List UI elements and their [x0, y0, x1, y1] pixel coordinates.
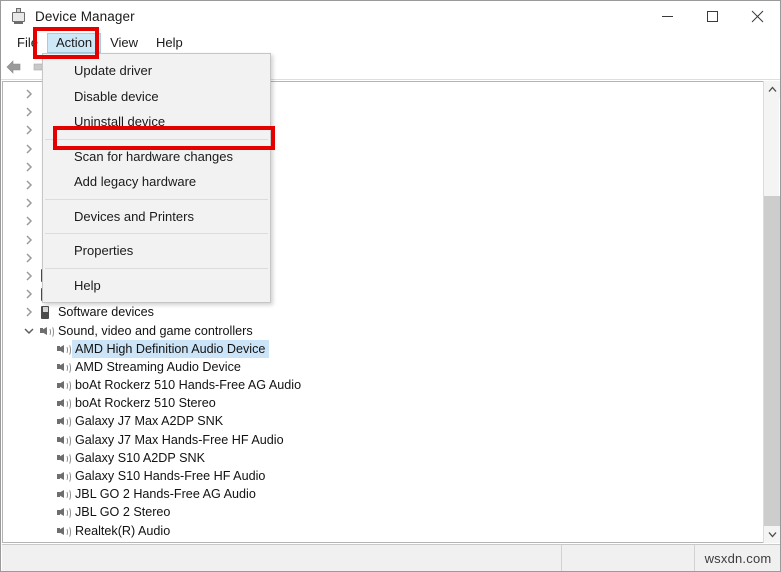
tree-row-amd-streaming-audio-device[interactable]: AMD Streaming Audio Device — [3, 358, 748, 376]
chevron-right-icon[interactable] — [21, 198, 37, 208]
speaker-icon — [55, 379, 72, 393]
tree-row-software-devices[interactable]: Software devices — [3, 303, 748, 321]
speaker-icon — [55, 415, 72, 429]
speaker-icon — [55, 434, 72, 447]
watermark-text: wsxdn.com — [704, 550, 772, 566]
speaker-icon — [55, 470, 72, 484]
minimize-button[interactable] — [645, 1, 690, 32]
tree-row-label: Sound, video and game controllers — [58, 323, 253, 338]
tree-row-boat-rockerz-510-stereo[interactable]: boAt Rockerz 510 Stereo — [3, 394, 748, 412]
title-bar: Device Manager — [1, 1, 780, 32]
tree-row-label: Galaxy S10 Hands-Free HF Audio — [75, 469, 266, 484]
device-manager-window: Device Manager File Action View Help Sof… — [0, 0, 781, 572]
menu-help[interactable]: Help — [147, 33, 192, 53]
menu-separator — [45, 198, 268, 200]
tree-row-galaxy-j7-max-hands-free-hf-audio[interactable]: Galaxy J7 Max Hands-Free HF Audio — [3, 431, 748, 449]
tree-row-sound-video-game-controllers[interactable]: Sound, video and game controllers — [3, 321, 748, 339]
tree-row-label: Galaxy J7 Max Hands-Free HF Audio — [75, 432, 284, 447]
menu-item-scan-for-hardware-changes[interactable]: Scan for hardware changes — [43, 144, 270, 170]
tree-row-galaxy-s10-a2dp-snk[interactable]: Galaxy S10 A2DP SNK — [3, 449, 748, 467]
chevron-right-icon[interactable] — [21, 216, 37, 226]
status-bar-middle-cell — [562, 545, 695, 571]
tree-row-galaxy-s10-hands-free-hf-audio[interactable]: Galaxy S10 Hands-Free HF Audio — [3, 467, 748, 485]
chevron-right-icon[interactable] — [21, 271, 37, 281]
menu-item-devices-and-printers[interactable]: Devices and Printers — [43, 204, 270, 230]
chevron-right-icon[interactable] — [21, 144, 37, 154]
tree-row-label: Storage controllers — [55, 541, 164, 543]
tree-row-label: boAt Rockerz 510 Stereo — [75, 396, 216, 411]
vertical-scrollbar[interactable] — [763, 81, 780, 543]
menu-separator — [45, 138, 268, 140]
menu-item-properties[interactable]: Properties — [43, 238, 270, 264]
tree-row-label: AMD High Definition Audio Device — [72, 339, 270, 358]
action-dropdown-menu: Update driver Disable device Uninstall d… — [42, 53, 271, 303]
chevron-right-icon[interactable] — [21, 289, 37, 299]
menu-bar: File Action View Help — [1, 32, 780, 54]
back-arrow-icon[interactable] — [1, 55, 27, 79]
tree-row-label: boAt Rockerz 510 Hands-Free AG Audio — [75, 378, 302, 393]
tree-row-boat-rockerz-510-hands-free-ag-audio[interactable]: boAt Rockerz 510 Hands-Free AG Audio — [3, 376, 748, 394]
speaker-icon — [37, 325, 55, 338]
chevron-right-icon[interactable] — [21, 180, 37, 190]
tree-row-label: Realtek(R) Audio — [75, 523, 171, 538]
chevron-right-icon[interactable] — [21, 235, 37, 245]
caption-buttons — [645, 1, 780, 32]
tree-row-label: JBL GO 2 Stereo — [75, 505, 171, 520]
vertical-scrollbar-thumb[interactable] — [764, 196, 780, 542]
speaker-icon — [55, 452, 72, 465]
speaker-icon — [55, 397, 72, 411]
status-bar-left-cell — [2, 545, 562, 571]
chevron-right-icon[interactable] — [21, 107, 37, 117]
menu-separator — [45, 267, 268, 269]
speaker-icon — [55, 525, 72, 538]
menu-item-update-driver[interactable]: Update driver — [43, 58, 270, 84]
tree-row-label: JBL GO 2 Hands-Free AG Audio — [75, 487, 256, 502]
close-button[interactable] — [735, 1, 780, 32]
tree-row-galaxy-j7-max-a2dp-snk[interactable]: Galaxy J7 Max A2DP SNK — [3, 412, 748, 430]
menu-separator — [45, 233, 268, 234]
chevron-right-icon[interactable] — [21, 307, 37, 317]
chevron-right-icon[interactable] — [21, 162, 37, 172]
speaker-icon — [55, 506, 72, 520]
scroll-up-arrow[interactable] — [764, 81, 780, 98]
device-icon — [37, 305, 55, 319]
chevron-right-icon[interactable] — [21, 89, 37, 99]
menu-item-uninstall-device[interactable]: Uninstall device — [43, 109, 270, 135]
tree-row-storage-controllers[interactable]: Storage controllers — [3, 540, 748, 543]
tree-row-label: Software devices — [58, 305, 154, 320]
speaker-icon — [55, 488, 72, 502]
chevron-down-icon[interactable] — [21, 327, 37, 335]
menu-item-help[interactable]: Help — [43, 273, 270, 299]
menu-item-add-legacy-hardware[interactable]: Add legacy hardware — [43, 169, 270, 195]
status-bar: wsxdn.com — [2, 544, 780, 571]
tree-row-jbl-go-2-hands-free-ag-audio[interactable]: JBL GO 2 Hands-Free AG Audio — [3, 485, 748, 503]
tree-row-label: AMD Streaming Audio Device — [75, 359, 241, 374]
tree-row-label: Galaxy S10 A2DP SNK — [75, 450, 205, 465]
device-manager-icon — [10, 8, 27, 25]
status-bar-right-cell: wsxdn.com — [695, 545, 780, 571]
menu-file[interactable]: File — [8, 33, 47, 53]
speaker-icon — [55, 361, 72, 374]
tree-row-amd-high-definition-audio-device[interactable]: AMD High Definition Audio Device — [3, 339, 748, 358]
menu-view[interactable]: View — [101, 33, 147, 53]
maximize-button[interactable] — [690, 1, 735, 32]
window-title: Device Manager — [35, 9, 135, 24]
tree-row-label: Galaxy J7 Max A2DP SNK — [75, 414, 224, 429]
chevron-right-icon[interactable] — [21, 253, 37, 263]
tree-row-jbl-go-2-stereo[interactable]: JBL GO 2 Stereo — [3, 503, 748, 521]
speaker-icon — [55, 343, 72, 356]
menu-item-disable-device[interactable]: Disable device — [43, 84, 270, 110]
tree-row-realtek-audio[interactable]: Realtek(R) Audio — [3, 522, 748, 540]
chevron-right-icon[interactable] — [21, 125, 37, 135]
menu-action[interactable]: Action — [46, 33, 102, 53]
scroll-down-arrow[interactable] — [764, 526, 780, 543]
